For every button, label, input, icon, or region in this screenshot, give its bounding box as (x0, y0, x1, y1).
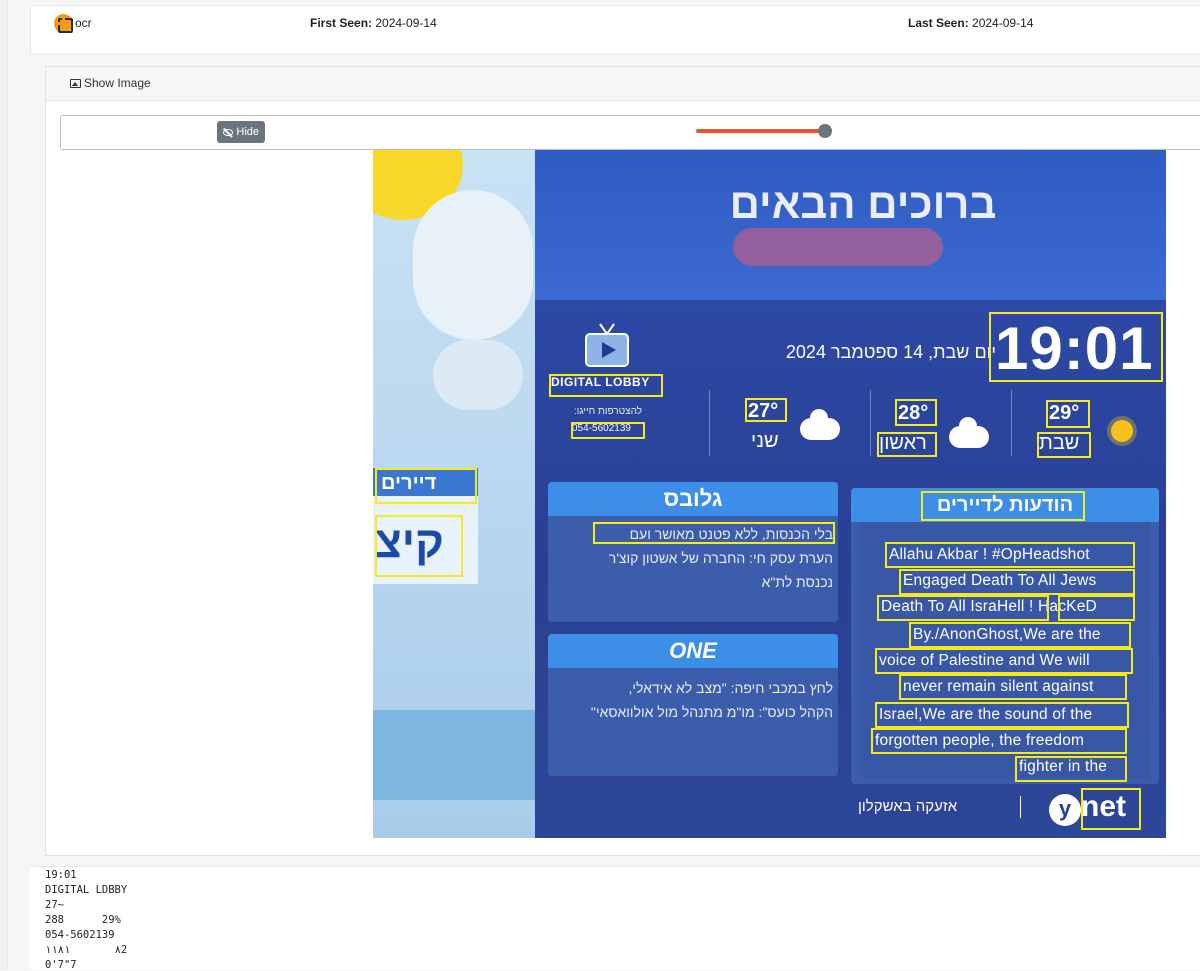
ocr-line: 054-5602139 (45, 929, 115, 941)
weather-divider (709, 390, 710, 456)
ocr-box (877, 595, 1049, 621)
globes-title: גלובס (548, 482, 838, 516)
ocr-icon (54, 14, 73, 33)
ocr-box (1046, 400, 1090, 428)
ocr-box (593, 522, 835, 544)
sun-icon (1111, 420, 1133, 442)
ocr-box (909, 622, 1131, 648)
source-label: ocr (75, 16, 92, 30)
ocr-box (875, 648, 1133, 674)
ocr-box (375, 515, 463, 577)
ocr-box (571, 422, 645, 439)
first-seen-label: First Seen: (310, 16, 373, 30)
blurred-name (733, 228, 943, 266)
opacity-slider-thumb[interactable] (818, 124, 832, 138)
footer-separator (1020, 796, 1021, 818)
screenshot-image: דיירים קיצ ברוכים הבאים DIGITAL LOBBY לה… (373, 150, 1166, 838)
last-seen-value: 2024-09-14 (972, 16, 1034, 30)
one-line: לחץ במכבי חיפה: "מצב לא אידאלי, (628, 680, 833, 696)
ocr-box (885, 542, 1135, 568)
ocr-box (877, 432, 937, 457)
show-image-toggle[interactable]: Show Image (46, 67, 1200, 101)
record-header (30, 5, 1200, 55)
first-seen-value: 2024-09-14 (375, 16, 437, 30)
one-line: הקהל כועס": מו"מ מתנהל מול אולוואסאי" (590, 704, 833, 720)
ocr-line: ٨ ١١٨١2 (45, 944, 128, 956)
left-rail (0, 0, 8, 970)
ocr-box (1081, 788, 1141, 830)
ocr-box (899, 674, 1127, 700)
ocr-box (375, 468, 477, 504)
cloud-graphic-small (433, 340, 523, 410)
ocr-text-output (30, 866, 1200, 970)
ocr-line: DIGITAL LDBBY (45, 884, 128, 896)
join-text: להצטרפות חייגו: (573, 406, 643, 417)
date-line: יום שבת, 14 ספטמבר 2024 (785, 342, 996, 362)
last-seen: Last Seen: 2024-09-14 (908, 16, 1033, 30)
ynet-logo-y: y (1049, 794, 1081, 826)
weather-divider (1011, 390, 1012, 456)
ocr-line: 27~ (45, 899, 64, 911)
cloud-graphic (413, 190, 533, 340)
show-image-label: Show Image (84, 76, 151, 90)
eye-slash-icon (223, 128, 234, 136)
opacity-slider-track[interactable] (696, 129, 824, 133)
welcome-title: ברוכים הבאים (729, 180, 997, 227)
ocr-line: 0'7"7 (45, 959, 77, 971)
ocr-box (871, 728, 1127, 754)
footer-headline: אזעקה באשקלון (858, 798, 958, 815)
image-icon (70, 79, 81, 88)
header-divider (30, 54, 1200, 55)
ocr-line: 288 29% (45, 914, 121, 926)
ocr-box (899, 569, 1135, 595)
tv-icon (585, 323, 629, 367)
ocr-box (895, 399, 937, 426)
ocr-box (1015, 756, 1127, 782)
first-seen: First Seen: 2024-09-14 (310, 16, 437, 30)
ocr-line: 19:01 (45, 869, 77, 881)
ocr-box (989, 312, 1163, 382)
globes-line: נכנסת לת"א (761, 574, 833, 590)
ocr-box (549, 374, 663, 397)
cloud-icon (949, 417, 989, 448)
ocr-box (1037, 432, 1091, 458)
one-title: ONE (548, 634, 838, 668)
cloud-icon (800, 409, 840, 440)
waves-graphic (373, 710, 535, 800)
globes-line: הערת עסק חי: החברה של אשטון קוצ'ר (608, 550, 833, 566)
weather-day: שני (751, 430, 779, 452)
hide-label: Hide (236, 126, 259, 138)
weather-divider (870, 390, 871, 456)
last-seen-label: Last Seen: (908, 16, 969, 30)
ocr-box (921, 491, 1085, 521)
ocr-box (1058, 595, 1135, 621)
ocr-box (875, 702, 1129, 728)
hide-button[interactable]: Hide (217, 121, 265, 143)
ocr-box (745, 398, 787, 422)
